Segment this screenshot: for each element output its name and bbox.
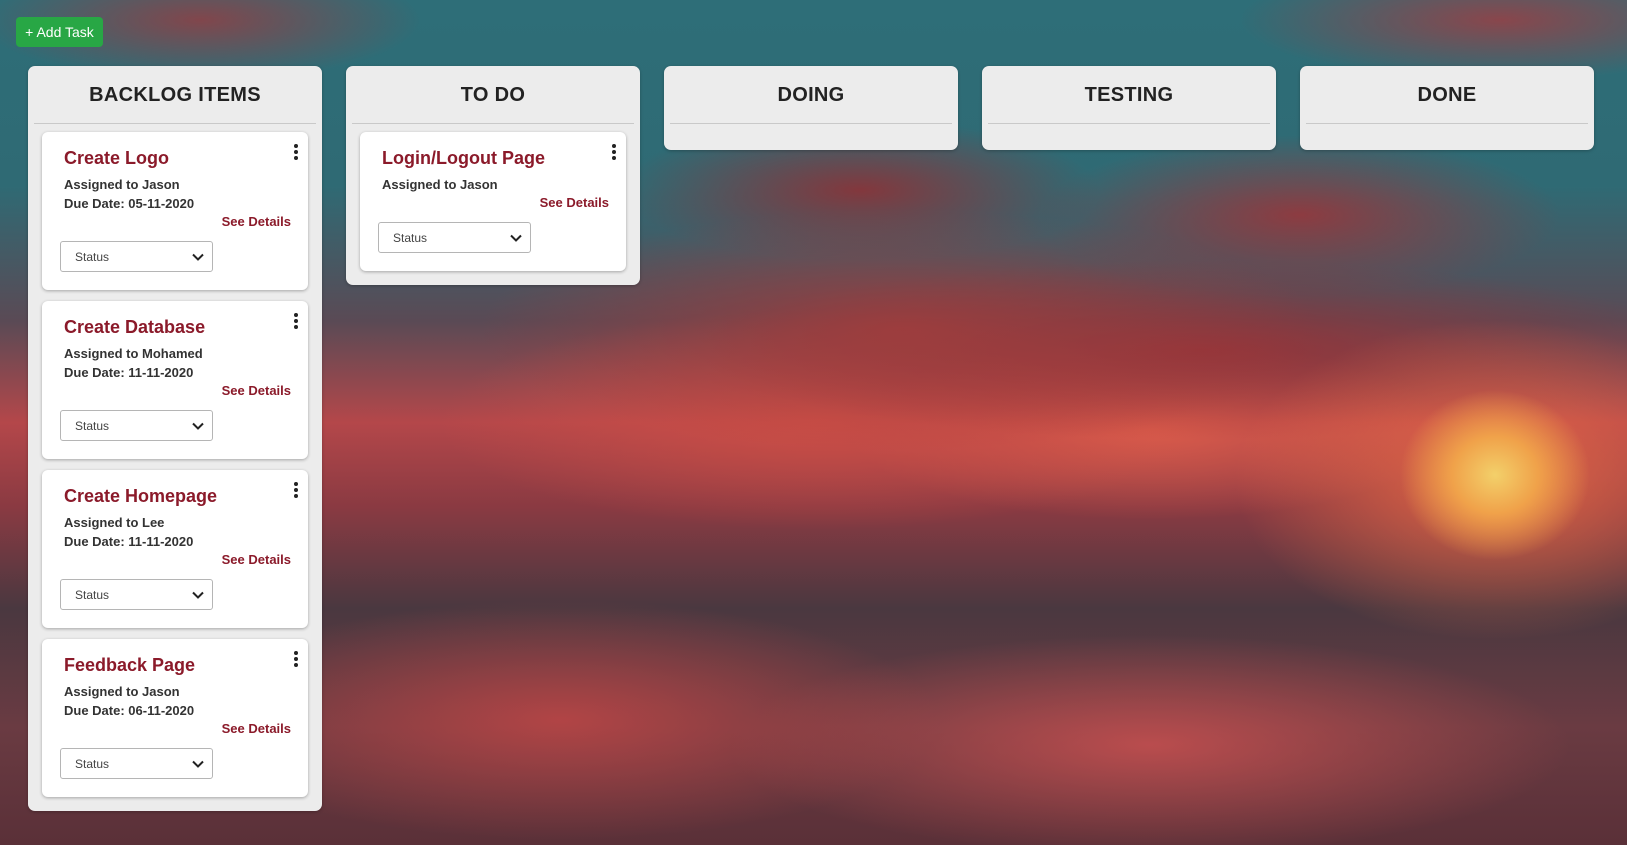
task-due-date: Due Date: 11-11-2020 [64, 365, 194, 380]
task-due-date: Due Date: 06-11-2020 [64, 703, 195, 718]
see-details-link[interactable]: See Details [64, 383, 291, 398]
column-testing: TESTING [982, 66, 1276, 150]
column-title: TO DO [352, 66, 634, 124]
status-select[interactable]: Status [60, 579, 213, 610]
column-title: DONE [1306, 66, 1588, 124]
chevron-down-icon [192, 251, 204, 263]
status-select-value: Status [75, 756, 110, 771]
status-select-value: Status [75, 587, 110, 602]
task-card[interactable]: Create Database Assigned to Mohamed Due … [42, 301, 308, 459]
column-title: BACKLOG ITEMS [34, 66, 316, 124]
kebab-menu-icon[interactable] [293, 651, 299, 667]
task-assignee: Assigned to Lee [64, 515, 165, 530]
status-select-value: Status [393, 230, 428, 245]
column-doing: DOING [664, 66, 958, 150]
column-title: TESTING [988, 66, 1270, 124]
task-due-date: Due Date: 11-11-2020 [64, 534, 194, 549]
task-assignee: Assigned to Jason [64, 177, 180, 192]
task-assignee: Assigned to Jason [382, 177, 498, 192]
task-assignee: Assigned to Jason [64, 684, 180, 699]
task-title: Feedback Page [64, 655, 196, 675]
column-done: DONE [1300, 66, 1594, 150]
kebab-menu-icon[interactable] [293, 313, 299, 329]
status-select[interactable]: Status [60, 410, 213, 441]
status-select-value: Status [75, 418, 110, 433]
see-details-link[interactable]: See Details [64, 214, 291, 229]
task-title: Create Database [64, 317, 206, 337]
column-title: DOING [670, 66, 952, 124]
task-due-date: Due Date: 05-11-2020 [64, 196, 195, 211]
kebab-menu-icon[interactable] [293, 482, 299, 498]
status-select[interactable]: Status [60, 241, 213, 272]
kebab-menu-icon[interactable] [611, 144, 617, 160]
chevron-down-icon [192, 420, 204, 432]
task-title: Create Logo [64, 148, 170, 168]
task-card[interactable]: Login/Logout Page Assigned to Jason See … [360, 132, 626, 271]
task-card[interactable]: Create Logo Assigned to Jason Due Date: … [42, 132, 308, 290]
column-backlog-items: BACKLOG ITEMS Create Logo Assigned to Ja… [28, 66, 322, 811]
see-details-link[interactable]: See Details [64, 552, 291, 567]
task-title: Login/Logout Page [382, 148, 545, 168]
add-task-button[interactable]: + Add Task [16, 17, 103, 47]
status-select-value: Status [75, 249, 110, 264]
task-card[interactable]: Feedback Page Assigned to Jason Due Date… [42, 639, 308, 797]
chevron-down-icon [192, 589, 204, 601]
kebab-menu-icon[interactable] [293, 144, 299, 160]
chevron-down-icon [192, 758, 204, 770]
status-select[interactable]: Status [378, 222, 531, 253]
chevron-down-icon [510, 232, 522, 244]
see-details-link[interactable]: See Details [64, 721, 291, 736]
task-assignee: Assigned to Mohamed [64, 346, 203, 361]
task-card[interactable]: Create Homepage Assigned to Lee Due Date… [42, 470, 308, 628]
task-title: Create Homepage [64, 486, 218, 506]
column-to-do: TO DO Login/Logout Page Assigned to Jaso… [346, 66, 640, 285]
see-details-link[interactable]: See Details [382, 195, 609, 210]
status-select[interactable]: Status [60, 748, 213, 779]
